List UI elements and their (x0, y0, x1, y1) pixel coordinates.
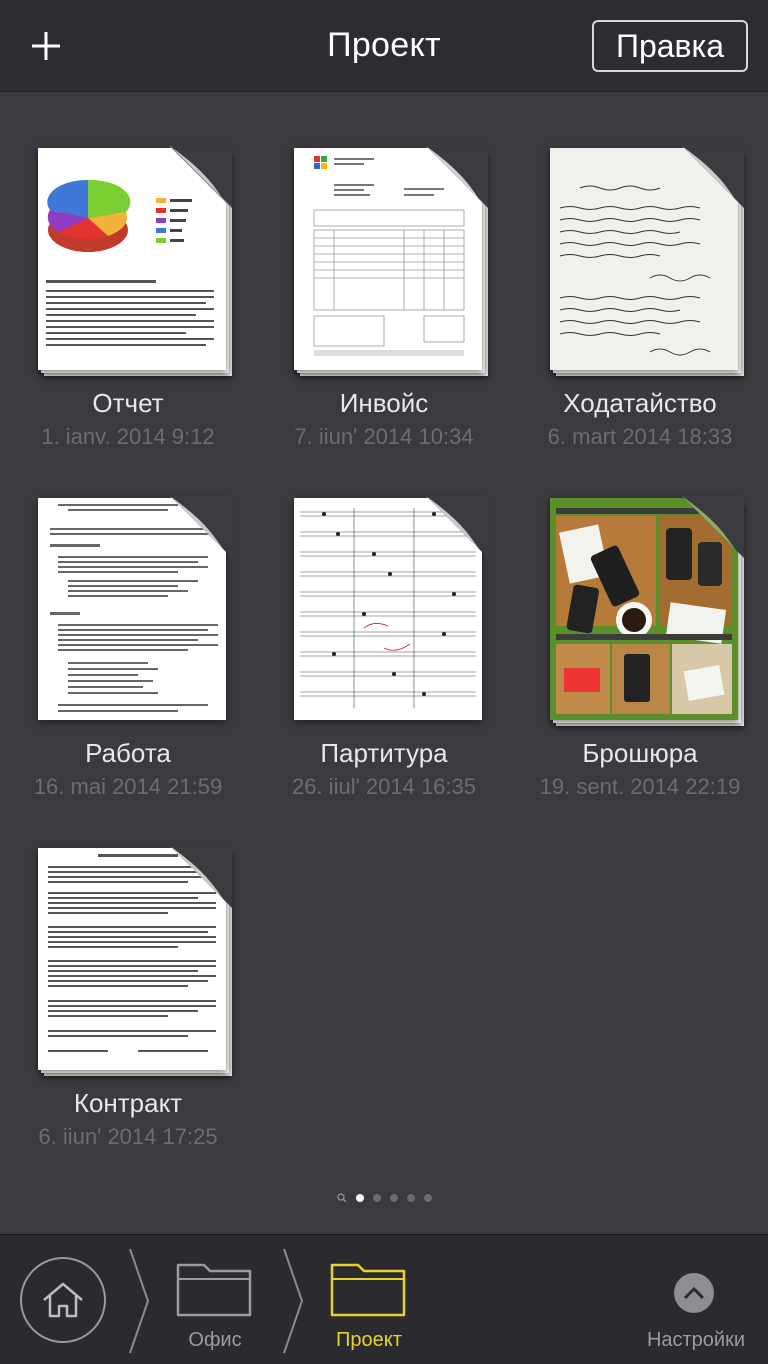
breadcrumb-label: Офис (188, 1329, 242, 1351)
page-dot[interactable] (406, 1194, 415, 1202)
navigation-bar: Проект Правка (0, 0, 768, 92)
document-name: Ходатайство (563, 388, 717, 418)
home-icon (43, 1282, 83, 1318)
page-curl-icon (170, 146, 232, 208)
document-date: 26. iiul' 2014 16:35 (291, 774, 476, 799)
document-thumbnail (550, 496, 744, 726)
document-date: 19. sent. 2014 22:19 (539, 774, 741, 799)
breadcrumb-item-office[interactable]: Офис (170, 1257, 260, 1353)
document-grid: Отчет 1. ianv. 2014 9:12 Инвойс 7. iiun'… (0, 92, 768, 1232)
document-name: Инвойс (339, 388, 429, 418)
document-item[interactable]: Контракт 6. iiun' 2014 17:25 (0, 792, 256, 1149)
settings-label: Настройки (646, 1329, 746, 1351)
bottom-toolbar: Офис Проект Настройки (0, 1234, 768, 1364)
document-item[interactable]: Партитура 26. iiul' 2014 16:35 (256, 442, 512, 799)
page-curl-icon (682, 496, 744, 558)
folder-icon (176, 1263, 252, 1317)
page-dot[interactable] (372, 1194, 381, 1202)
breadcrumb-chevron-icon (129, 1248, 150, 1354)
breadcrumb-label: Проект (336, 1329, 402, 1351)
document-thumbnail (38, 146, 232, 376)
folder-icon (330, 1263, 406, 1317)
document-name: Отчет (92, 388, 164, 418)
document-name: Партитура (320, 738, 448, 768)
document-item[interactable]: Ходатайство 6. mart 2014 18:33 (512, 92, 768, 449)
edit-button[interactable]: Правка (592, 20, 748, 72)
page-curl-icon (170, 496, 232, 558)
breadcrumb-chevron-icon (283, 1248, 304, 1354)
document-thumbnail (38, 496, 232, 724)
chevron-up-icon (674, 1273, 714, 1313)
home-button[interactable] (20, 1257, 106, 1343)
document-name: Работа (85, 738, 171, 768)
document-name: Брошюра (582, 738, 698, 768)
document-item[interactable]: Работа 16. mai 2014 21:59 (0, 442, 256, 799)
page-dot[interactable] (389, 1194, 398, 1202)
page-curl-icon (426, 146, 488, 208)
document-thumbnail (550, 146, 744, 376)
document-thumbnail (38, 846, 232, 1076)
document-thumbnail (294, 496, 488, 724)
settings-button[interactable]: Настройки (636, 1271, 756, 1355)
document-name: Контракт (73, 1088, 183, 1118)
document-thumbnail (294, 146, 488, 376)
page-curl-icon (682, 146, 744, 208)
document-date: 6. iiun' 2014 17:25 (38, 1124, 218, 1149)
page-dot-active[interactable] (355, 1194, 364, 1202)
page-dot[interactable] (423, 1194, 432, 1202)
document-item[interactable]: Инвойс 7. iiun' 2014 10:34 (256, 92, 512, 449)
document-item[interactable]: Брошюра 19. sent. 2014 22:19 (512, 442, 768, 799)
breadcrumb-item-project[interactable]: Проект (324, 1257, 414, 1353)
document-item[interactable]: Отчет 1. ianv. 2014 9:12 (0, 92, 256, 449)
page-curl-icon (170, 846, 232, 908)
page-curl-icon (426, 496, 488, 558)
page-indicator[interactable] (0, 1190, 768, 1206)
search-icon[interactable] (336, 1193, 347, 1203)
